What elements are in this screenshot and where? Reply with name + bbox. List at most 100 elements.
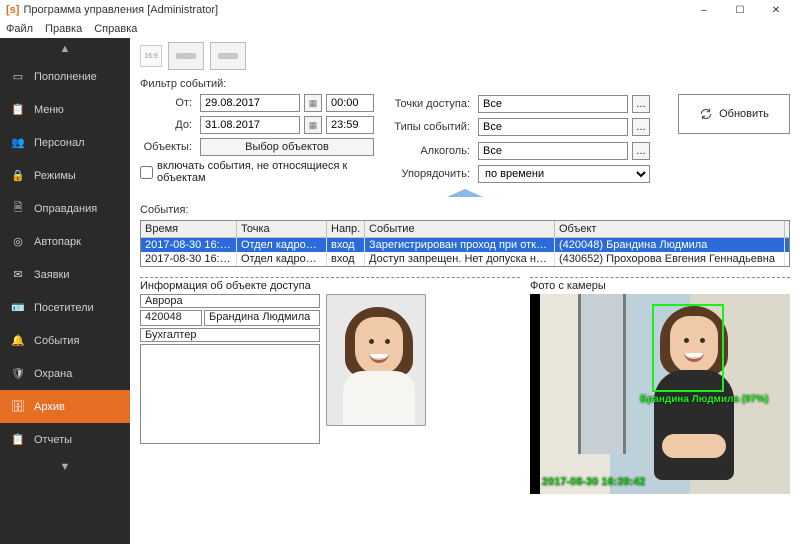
update-label: Обновить [719,108,769,120]
sidebar-item-label: Режимы [34,170,76,182]
sidebar-item-label: Архив [34,401,65,413]
sidebar-item-11[interactable]: 📋 Отчеты [0,423,130,456]
access-points-input[interactable] [478,95,628,113]
object-info-title: Информация об объекте доступа [140,280,520,292]
refresh-icon [699,107,713,121]
badge-icon: 🪪 [10,301,26,314]
sidebar-item-label: Отчеты [34,434,72,446]
sidebar-item-3[interactable]: 🔒 Режимы [0,159,130,192]
to-label: До: [140,119,196,131]
sidebar-item-7[interactable]: 🪪 Посетители [0,291,130,324]
collapse-handle[interactable] [140,188,790,198]
card-icon: ▭ [10,70,26,83]
lock-icon: 🔒 [10,169,26,182]
col-time[interactable]: Время [141,221,237,237]
menubar: Файл Правка Справка [0,20,800,38]
access-points-label: Точки доступа: [384,98,474,110]
to-date-picker-icon[interactable]: ▦ [304,116,322,134]
clipboard-icon: 📋 [10,103,26,116]
people-icon: 👥 [10,136,26,149]
order-select[interactable]: по времени [478,165,650,183]
table-row[interactable]: 2017-08-30 16:39:42 Отдел кадров (14) вх… [141,238,789,252]
from-label: От: [140,97,196,109]
minimize-button[interactable]: – [686,0,722,20]
from-date-input[interactable] [200,94,300,112]
title-bar: [s] Программа управления [Administrator]… [0,0,800,20]
include-events-label: включать события, не относящиеся к объек… [157,160,374,184]
alcohol-label: Алкоголь: [384,145,474,157]
sidebar-item-10[interactable]: 🗄 Архив [0,390,130,423]
bell-icon: 🔔 [10,334,26,347]
close-button[interactable]: ✕ [758,0,794,20]
camera-view: Брандина Людмила (97%) 2017-08-30 16:39:… [530,294,790,494]
target-icon: ◎ [10,235,26,248]
col-point[interactable]: Точка [237,221,327,237]
sidebar-item-label: Персонал [34,137,85,149]
update-button[interactable]: Обновить [678,94,790,134]
clipboard-icon: 📋 [10,433,26,446]
events-title: События: [140,204,790,216]
face-label: Брандина Людмила (97%) [640,394,768,405]
alcohol-input[interactable] [478,142,628,160]
col-dir[interactable]: Напр. [327,221,365,237]
sidebar: ▲ ▭ Пополнение 📋 Меню 👥 Персонал 🔒 Режимы 🗎Оправ… [0,38,130,544]
archive-icon: 🗄 [10,400,26,413]
sidebar-item-label: Меню [34,104,64,116]
col-object[interactable]: Объект [555,221,785,237]
device-small-thumb[interactable]: 16:9 [140,45,162,67]
sidebar-item-8[interactable]: 🔔 События [0,324,130,357]
alcohol-more-button[interactable]: ... [632,142,650,160]
objects-label: Объекты: [140,141,196,153]
from-time-input[interactable] [326,94,374,112]
order-label: Упорядочить: [384,168,474,180]
device-thumbnails: 16:9 [140,42,790,70]
mail-icon: ✉ [10,268,26,281]
event-types-label: Типы событий: [384,121,474,133]
sidebar-item-label: Заявки [34,269,70,281]
sidebar-item-label: Посетители [34,302,94,314]
sidebar-item-9[interactable]: 🛡 Охрана [0,357,130,390]
sidebar-item-6[interactable]: ✉ Заявки [0,258,130,291]
role-field: Бухгалтер [140,328,320,342]
content: 16:9 Фильтр событий: От: ▦ До: ▦ Объекты… [130,38,800,544]
sidebar-item-2[interactable]: 👥 Персонал [0,126,130,159]
maximize-button[interactable]: ☐ [722,0,758,20]
menu-edit[interactable]: Правка [45,23,82,35]
to-time-input[interactable] [326,116,374,134]
camera-title: Фото с камеры [530,280,790,292]
menu-file[interactable]: Файл [6,23,33,35]
choose-objects-button[interactable]: Выбор объектов [200,138,374,156]
sidebar-item-5[interactable]: ◎ Автопарк [0,225,130,258]
device-thumb-1[interactable] [168,42,204,70]
profile-photo [326,294,426,426]
access-points-more-button[interactable]: ... [632,95,650,113]
device-thumb-2[interactable] [210,42,246,70]
sidebar-collapse-up[interactable]: ▲ [0,38,130,60]
events-header: Время Точка Напр. Событие Объект [141,221,789,238]
doc-icon: 🗎 [10,199,26,218]
object-info-panel: Информация об объекте доступа Аврора 420… [140,277,520,544]
face-detection-box [652,304,724,392]
filters-title: Фильтр событий: [140,78,790,90]
col-event[interactable]: Событие [365,221,555,237]
sidebar-item-1[interactable]: 📋 Меню [0,93,130,126]
window-title: Программа управления [Administrator] [23,4,218,16]
table-row[interactable]: 2017-08-30 16:39:43 Отдел кадров (14) вх… [141,252,789,266]
camera-timestamp: 2017-08-30 16:39:42 [542,476,645,488]
event-types-input[interactable] [478,118,628,136]
sidebar-item-4[interactable]: 🗎Оправдания [0,192,130,225]
sidebar-collapse-down[interactable]: ▼ [0,456,130,478]
shield-icon: 🛡 [10,367,26,380]
sidebar-item-label: Охрана [34,368,72,380]
camera-panel: Фото с камеры [530,277,790,544]
menu-help[interactable]: Справка [94,23,137,35]
events-table: Время Точка Напр. Событие Объект 2017-08… [140,220,790,267]
sidebar-item-label: Пополнение [34,71,97,83]
sidebar-item-0[interactable]: ▭ Пополнение [0,60,130,93]
event-types-more-button[interactable]: ... [632,118,650,136]
include-events-checkbox[interactable] [140,166,153,179]
to-date-input[interactable] [200,116,300,134]
sidebar-item-label: События [34,335,79,347]
sidebar-item-label: Автопарк [34,236,81,248]
from-date-picker-icon[interactable]: ▦ [304,94,322,112]
